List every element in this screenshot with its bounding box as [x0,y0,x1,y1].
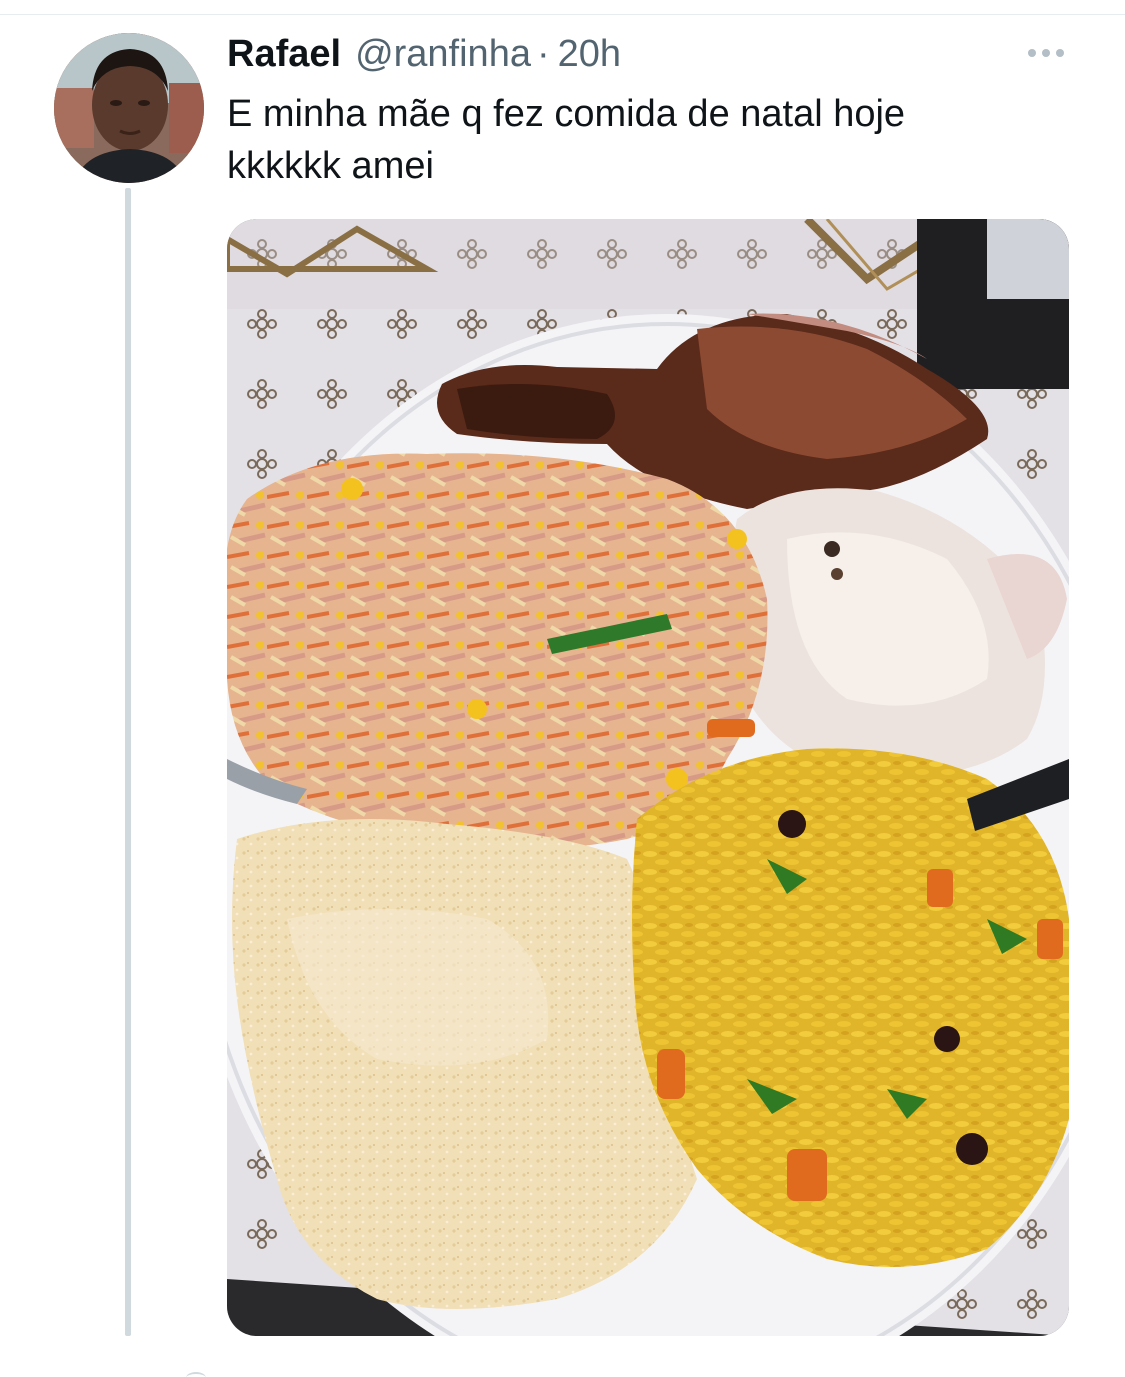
tweet-text-line: E minha mãe q fez comida de natal hoje [227,93,906,135]
tweet-text-line: kkkkkk amei [227,145,434,187]
more-horizontal-icon [1028,49,1064,57]
user-handle[interactable]: @ranfinha [355,30,531,78]
display-name[interactable]: Rafael [227,30,341,78]
top-divider [0,14,1125,15]
separator-dot: · [536,33,550,75]
tweet-photo[interactable] [227,219,1069,1336]
timestamp[interactable]: 20h [558,30,621,78]
tweet-screen: Rafael @ranfinha · 20h E minha mãe q fez… [0,0,1125,1377]
avatar-photo [54,33,204,183]
avatar[interactable] [54,33,204,183]
thread-line [125,188,131,1336]
tweet-header: Rafael @ranfinha · 20h [227,30,621,78]
food-plate-photo [227,219,1069,1336]
next-tweet-avatar-edge [186,1372,206,1377]
more-options-button[interactable] [1022,38,1070,68]
tweet-text: E minha mãe q fez comida de natal hoje k… [227,88,1087,192]
